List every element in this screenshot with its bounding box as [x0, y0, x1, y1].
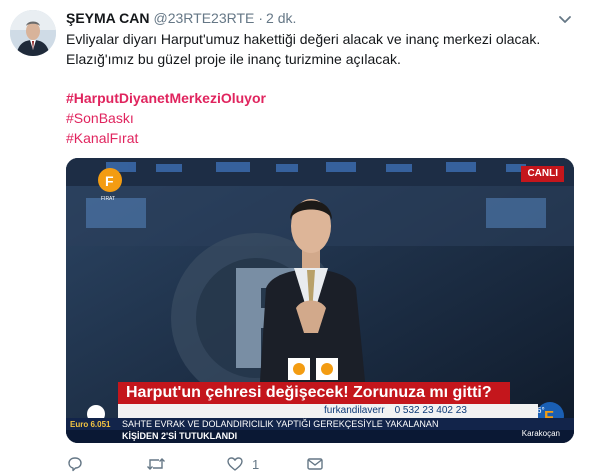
separator-dot: ·: [258, 10, 264, 26]
tweet-header: ŞEYMA CAN @23RTE23RTE · 2 dk.: [66, 10, 296, 28]
temperature-text: 6°: [537, 406, 545, 415]
svg-text:FIRAT: FIRAT: [101, 196, 115, 202]
news-social-bar: furkandilaverr 0 532 23 402 23: [118, 404, 538, 418]
retweet-icon: [147, 458, 165, 470]
direct-message-button[interactable]: [306, 455, 386, 473]
svg-text:F: F: [105, 173, 114, 189]
chevron-down-icon[interactable]: [556, 10, 574, 28]
whatsapp-number-text: 0 532 23 402 23: [394, 405, 467, 416]
hashtag-link[interactable]: #HarputDiyanetMerkeziOluyor: [66, 88, 266, 108]
reply-button[interactable]: [66, 455, 146, 473]
tweet-actions: 1: [66, 455, 386, 473]
news-ticker-top: SAHTE EVRAK VE DOLANDIRICILIK YAPTIĞI GE…: [66, 418, 574, 430]
euro-rate: Euro 6.051: [70, 420, 111, 429]
heart-icon: [227, 457, 243, 471]
avatar[interactable]: [10, 10, 56, 56]
tweet-text-line: Elazığ'ımız bu güzel proje ile inanç tur…: [66, 51, 401, 67]
tweet-text: Evliyalar diyarı Harput'umuz hakettiği d…: [66, 29, 576, 69]
hashtag-list: #HarputDiyanetMerkeziOluyor #SonBaskı #K…: [66, 88, 266, 148]
hashtag-link[interactable]: #SonBaskı: [66, 108, 266, 128]
reply-icon: [68, 457, 82, 472]
weather-widget: 6° Karakoçan: [522, 406, 560, 438]
tweet: ŞEYMA CAN @23RTE23RTE · 2 dk. Evliyalar …: [0, 0, 598, 475]
tweet-media-image[interactable]: F FIRAT F CANLI Harput'un çehresi değişe…: [66, 158, 574, 443]
city-text: Karakoçan: [521, 429, 560, 438]
like-count: 1: [252, 456, 260, 472]
retweet-button[interactable]: [146, 455, 226, 473]
news-ticker-bottom: KİŞİDEN 2'Sİ TUTUKLANDI: [66, 430, 574, 443]
live-badge: CANLI: [521, 166, 564, 182]
author-name[interactable]: ŞEYMA CAN: [66, 10, 150, 26]
news-headline: Harput'un çehresi değişecek! Zorunuza mı…: [118, 382, 510, 404]
tweet-time[interactable]: 2 dk.: [266, 10, 296, 26]
like-button[interactable]: 1: [226, 455, 306, 473]
twitter-handle-text: furkandilaverr: [324, 405, 385, 416]
mail-icon: [307, 458, 323, 470]
tweet-text-line: Evliyalar diyarı Harput'umuz hakettiği d…: [66, 31, 541, 47]
author-handle[interactable]: @23RTE23RTE: [154, 10, 255, 26]
hashtag-link[interactable]: #KanalFırat: [66, 128, 266, 148]
